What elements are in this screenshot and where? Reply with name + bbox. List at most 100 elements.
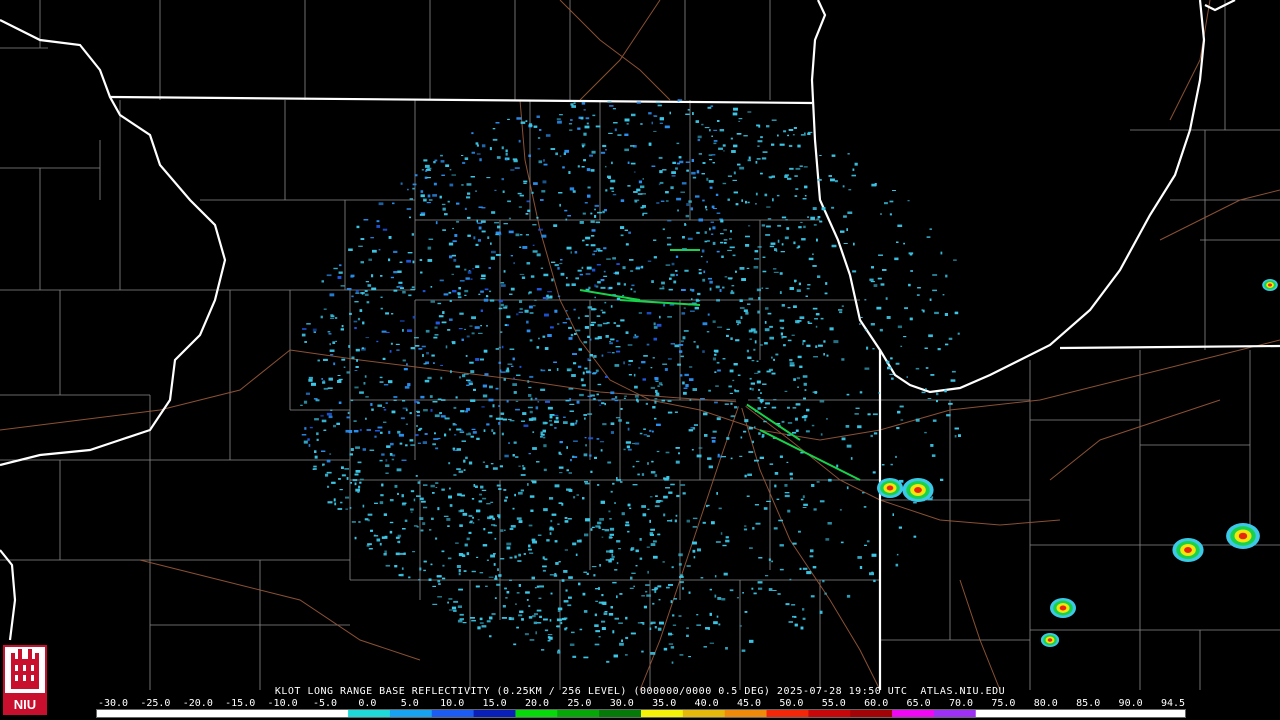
echo-pixel <box>483 349 488 353</box>
echo-pixel <box>693 556 696 559</box>
echo-pixel <box>653 115 657 117</box>
echo-pixel <box>571 283 576 286</box>
echo-pixel <box>464 207 467 210</box>
echo-pixel <box>647 508 650 510</box>
echo-pixel <box>608 536 612 539</box>
echo-pixel <box>492 404 495 408</box>
echo-pixel <box>468 461 473 465</box>
echo-pixel <box>483 528 486 531</box>
echo-pixel <box>543 508 548 512</box>
echo-pixel <box>399 261 403 263</box>
echo-pixel <box>596 393 599 396</box>
echo-pixel <box>459 524 463 527</box>
echo-pixel <box>599 564 601 567</box>
echo-pixel <box>639 557 643 560</box>
echo-pixel <box>735 270 737 273</box>
echo-pixel <box>435 447 439 450</box>
echo-pixel <box>635 335 639 338</box>
echo-pixel <box>802 617 806 620</box>
echo-pixel <box>755 161 758 164</box>
echo-pixel <box>734 406 738 409</box>
echo-pixel <box>803 503 808 506</box>
echo-pixel <box>353 420 357 422</box>
echo-pixel <box>672 624 677 626</box>
echo-pixel <box>771 406 777 409</box>
echo-pixel <box>519 246 522 248</box>
echo-pixel <box>366 429 371 431</box>
echo-pixel <box>651 430 654 433</box>
echo-pixel <box>706 177 709 181</box>
echo-pixel <box>591 321 596 324</box>
echo-pixel <box>590 220 595 223</box>
echo-pixel <box>521 420 525 422</box>
echo-band <box>619 299 701 306</box>
echo-pixel <box>625 616 628 620</box>
echo-pixel <box>589 454 592 457</box>
echo-pixel <box>769 176 772 179</box>
echo-pixel <box>771 372 776 375</box>
echo-pixel <box>599 441 605 443</box>
echo-pixel <box>523 180 528 183</box>
echo-pixel <box>807 216 809 218</box>
echo-pixel <box>301 434 307 436</box>
echo-pixel <box>705 205 707 209</box>
echo-pixel <box>654 626 657 629</box>
scale-label: 65.0 <box>906 698 931 709</box>
echo-pixel <box>529 495 535 498</box>
echo-pixel <box>481 489 487 491</box>
echo-pixel <box>434 432 436 435</box>
echo-pixel <box>417 401 420 404</box>
echo-pixel <box>429 395 433 398</box>
echo-pixel <box>362 448 366 451</box>
echo-pixel <box>871 266 874 269</box>
echo-pixel <box>779 143 785 146</box>
echo-pixel <box>810 549 814 553</box>
echo-pixel <box>361 292 364 295</box>
echo-pixel <box>519 610 524 613</box>
echo-pixel <box>896 553 899 556</box>
echo-pixel <box>498 307 503 310</box>
echo-pixel <box>577 165 580 168</box>
echo-pixel <box>764 328 770 332</box>
echo-pixel <box>629 587 634 589</box>
echo-pixel <box>657 585 662 588</box>
echo-pixel <box>739 267 745 270</box>
echo-pixel <box>482 384 487 388</box>
echo-pixel <box>771 356 773 359</box>
echo-pixel <box>757 140 763 143</box>
echo-pixel <box>617 282 621 286</box>
echo-pixel <box>454 424 457 426</box>
echo-pixel <box>436 575 442 578</box>
echo-pixel <box>718 623 721 626</box>
echo-pixel <box>389 521 394 524</box>
echo-pixel <box>700 398 705 400</box>
echo-pixel <box>569 187 575 191</box>
echo-pixel <box>575 422 577 425</box>
echo-pixel <box>418 348 423 350</box>
echo-pixel <box>678 563 682 566</box>
echo-pixel <box>612 581 617 584</box>
echo-pixel <box>680 191 685 193</box>
echo-pixel <box>907 200 910 202</box>
echo-pixel <box>657 627 662 631</box>
echo-pixel <box>458 470 464 473</box>
echo-pixel <box>779 544 784 547</box>
echo-pixel <box>631 284 635 287</box>
echo-pixel <box>678 452 680 455</box>
echo-pixel <box>583 159 586 162</box>
echo-pixel <box>887 366 892 370</box>
echo-pixel <box>758 557 763 559</box>
echo-pixel <box>477 519 480 521</box>
echo-pixel <box>817 179 822 181</box>
echo-pixel <box>509 579 512 581</box>
echo-pixel <box>611 352 615 354</box>
echo-pixel <box>447 601 449 604</box>
echo-pixel <box>529 375 534 378</box>
echo-pixel <box>878 254 883 256</box>
echo-pixel <box>331 481 336 484</box>
echo-pixel <box>672 161 676 164</box>
echo-pixel <box>932 419 937 422</box>
echo-pixel <box>404 386 410 389</box>
echo-pixel <box>623 448 626 451</box>
echo-pixel <box>453 474 457 476</box>
